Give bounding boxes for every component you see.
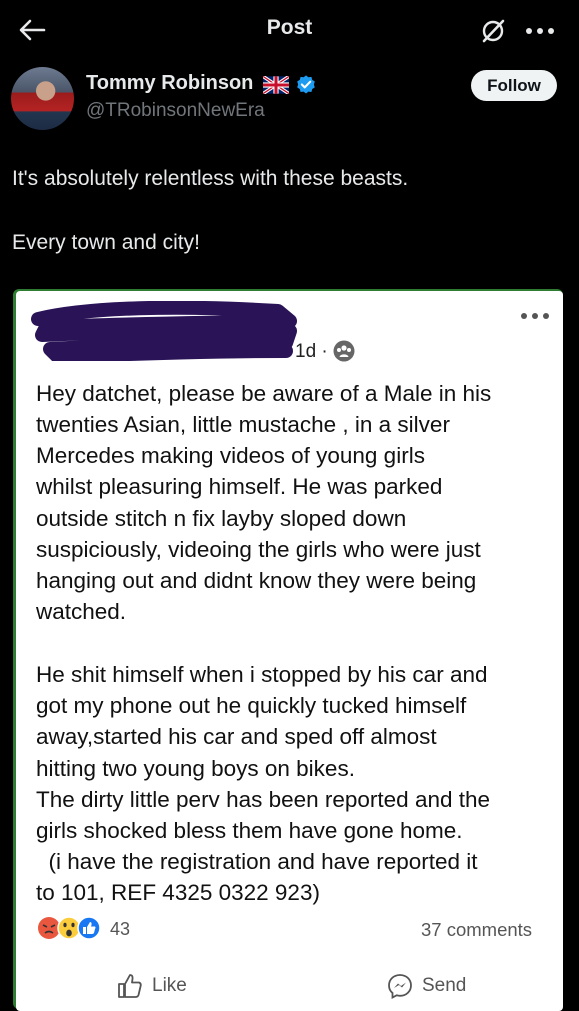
embedded-text-line: girls shocked bless them have gone home.: [36, 818, 463, 843]
embedded-text-line: watched.: [36, 599, 127, 624]
thumbs-up-icon: [118, 974, 142, 998]
grok-button[interactable]: [476, 14, 510, 48]
embedded-text-line: suspiciously, videoing the girls who wer…: [36, 537, 481, 562]
embedded-text-line: twenties Asian, little mustache , in a s…: [36, 412, 450, 437]
send-button[interactable]: Send: [386, 971, 466, 1001]
comments-count: 37 comments: [421, 919, 533, 940]
embedded-text-line: Hey datchet, please be aware of a Male i…: [36, 381, 492, 406]
post-timestamp: 1d ·: [295, 341, 328, 362]
top-bar: Post: [0, 0, 579, 58]
audience-group-icon: [333, 340, 355, 362]
more-dots-icon: [526, 28, 554, 34]
embedded-facebook-screenshot[interactable]: 1d · Hey datchet, please be aware of a M…: [16, 291, 563, 1011]
angry-reaction-icon: [38, 917, 60, 939]
messenger-icon: [388, 974, 412, 1000]
like-button[interactable]: Like: [116, 971, 187, 1001]
embedded-text-line: got my phone out he quickly tucked himse…: [36, 693, 467, 718]
post-text-line: Every town and city!: [12, 231, 200, 254]
author-name[interactable]: Tommy Robinson: [86, 72, 253, 95]
embedded-text-line: hitting two young boys on bikes.: [36, 756, 355, 781]
more-options-button[interactable]: [520, 14, 560, 48]
wow-reaction-icon: [57, 916, 81, 940]
verified-badge-icon: [297, 75, 315, 94]
embedded-text-line: whilst pleasuring himself. He was parked: [36, 474, 443, 499]
reaction-count: 43: [110, 919, 131, 939]
author-handle[interactable]: @TRobinsonNewEra: [86, 100, 265, 122]
embedded-text-line: He shit himself when i stopped by his ca…: [36, 662, 488, 687]
uk-flag-icon: [263, 76, 289, 94]
embedded-text-line: Mercedes making videos of young girls: [36, 443, 425, 468]
embedded-text-line: hanging out and didnt know they were bei…: [36, 568, 477, 593]
redaction-scribble: [31, 301, 297, 361]
embed-more-icon: [521, 313, 549, 319]
like-label: Like: [152, 975, 187, 996]
post-text-line: It's absolutely relentless with these be…: [12, 167, 409, 190]
avatar[interactable]: [11, 67, 74, 130]
grok-icon: [482, 19, 505, 43]
reactions-icons: [38, 916, 101, 940]
follow-button[interactable]: Follow: [471, 70, 557, 101]
embedded-text-line: (i have the registration and have report…: [36, 849, 478, 874]
embedded-text-line: outside stitch n fix layby sloped down: [36, 506, 407, 531]
embedded-text-line: to 101, REF 4325 0322 923): [36, 880, 320, 905]
like-reaction-icon: [77, 916, 101, 940]
embedded-text-line: The dirty little perv has been reported …: [36, 787, 491, 812]
send-label: Send: [422, 975, 467, 996]
embedded-text-line: away,started his car and sped off almost: [36, 724, 437, 749]
